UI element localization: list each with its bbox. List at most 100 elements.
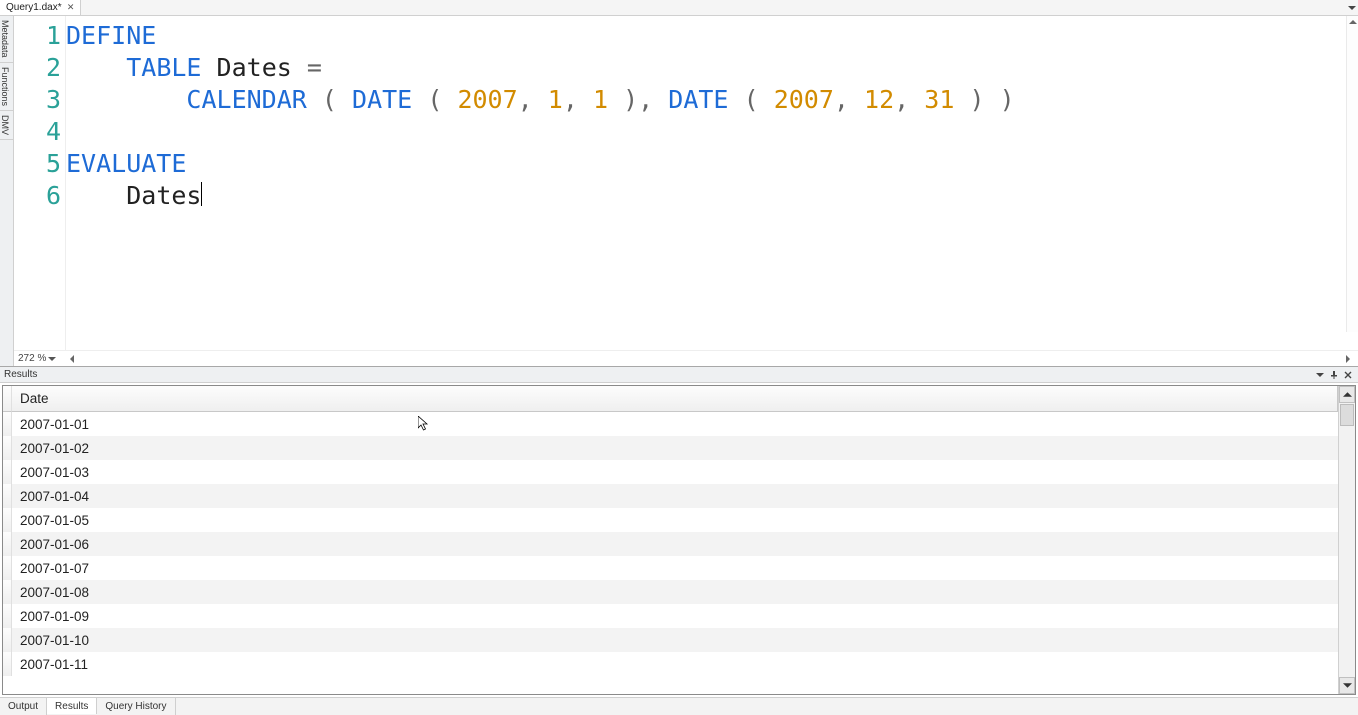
close-panel-icon[interactable] [1342,369,1354,381]
num: 12 [864,85,894,114]
comma: , [894,85,909,114]
zoom-dropdown[interactable] [48,355,56,363]
cell-date: 2007-01-06 [12,537,1338,552]
table-row[interactable]: 2007-01-11 [3,652,1338,676]
row-handle[interactable] [3,604,12,628]
scroll-down-button[interactable] [1339,677,1355,694]
editor-row: Metadata Functions DMV 1 2 3 4 5 6 DEFIN… [0,16,1358,366]
table-row[interactable]: 2007-01-06 [3,532,1338,556]
op-eq: = [307,53,322,82]
cell-date: 2007-01-05 [12,513,1338,528]
fn-date: DATE [352,85,412,114]
table-row[interactable]: 2007-01-07 [3,556,1338,580]
row-handle[interactable] [3,580,12,604]
scroll-right-icon[interactable] [1342,353,1354,365]
tabstrip-dropdown[interactable] [1346,0,1358,15]
table-row[interactable]: 2007-01-03 [3,460,1338,484]
results-panel: Results Date 2007-01-012007-01-022007-01… [0,366,1358,697]
side-tab-metadata[interactable]: Metadata [0,16,13,63]
bottom-tabstrip: Output Results Query History [0,697,1358,715]
table-row[interactable]: 2007-01-10 [3,628,1338,652]
row-handle[interactable] [3,508,12,532]
paren: ( [744,85,759,114]
paren: ) [623,85,638,114]
editor-status-bar: 272 % [14,350,1358,366]
cell-date: 2007-01-04 [12,489,1338,504]
num: 1 [548,85,563,114]
side-tab-dmv[interactable]: DMV [0,111,13,140]
comma: , [518,85,533,114]
table-row[interactable]: 2007-01-01 [3,412,1338,436]
row-handle[interactable] [3,484,12,508]
scroll-left-icon[interactable] [66,353,78,365]
bottom-tab-label: Query History [105,701,166,712]
side-tab-functions[interactable]: Functions [0,63,13,111]
num: 2007 [457,85,517,114]
fn-calendar: CALENDAR [186,85,306,114]
cell-date: 2007-01-02 [12,441,1338,456]
line-gutter: 1 2 3 4 5 6 [14,16,66,350]
fn-date: DATE [668,85,728,114]
row-handle[interactable] [3,460,12,484]
num: 1 [593,85,608,114]
table-row[interactable]: 2007-01-02 [3,436,1338,460]
paren: ) [969,85,984,114]
table-row[interactable]: 2007-01-09 [3,604,1338,628]
cell-date: 2007-01-03 [12,465,1338,480]
cell-date: 2007-01-11 [12,657,1338,672]
document-tabstrip: Query1.dax* ✕ [0,0,1358,16]
code-editor[interactable]: 1 2 3 4 5 6 DEFINE TABLE Dates = CALENDA… [14,16,1358,366]
pin-icon[interactable] [1328,369,1340,381]
table-row[interactable]: 2007-01-05 [3,508,1338,532]
ident-dates: Dates [217,53,292,82]
line-number: 1 [14,20,61,52]
grid-header-row: Date [3,386,1338,412]
row-handle[interactable] [3,652,12,676]
line-number: 3 [14,84,61,116]
panel-header: Results [0,367,1358,383]
num: 2007 [774,85,834,114]
row-handle[interactable] [3,556,12,580]
bottom-tab-label: Results [55,701,88,712]
bottom-tab-history[interactable]: Query History [97,698,175,715]
table-row[interactable]: 2007-01-04 [3,484,1338,508]
close-icon[interactable]: ✕ [66,2,76,13]
results-grid[interactable]: Date 2007-01-012007-01-022007-01-032007-… [2,385,1356,695]
tabstrip-spacer [81,0,1346,15]
scroll-up-icon[interactable] [1347,16,1358,28]
cell-date: 2007-01-07 [12,561,1338,576]
row-handle[interactable] [3,436,12,460]
panel-dropdown[interactable] [1314,369,1326,381]
cell-date: 2007-01-08 [12,585,1338,600]
code-content[interactable]: DEFINE TABLE Dates = CALENDAR ( DATE ( 2… [66,16,1358,350]
editor-hscroll[interactable] [66,353,1354,365]
row-handle[interactable] [3,412,12,436]
bottom-tab-output[interactable]: Output [0,698,47,715]
table-row[interactable]: 2007-01-08 [3,580,1338,604]
line-number: 6 [14,180,61,212]
cell-date: 2007-01-10 [12,633,1338,648]
grid-body[interactable]: 2007-01-01 2007-01-02 2007-01-03 2007-01-04… [3,412,1338,694]
scroll-up-button[interactable] [1339,386,1355,403]
row-handle[interactable] [3,532,12,556]
column-header-date[interactable]: Date [12,386,1337,412]
paren: ) [1000,85,1015,114]
grid-vscroll[interactable] [1338,386,1355,694]
row-handle[interactable] [3,628,12,652]
kw-define: DEFINE [66,21,156,50]
num: 31 [924,85,954,114]
side-tool-tabs: Metadata Functions DMV [0,16,14,366]
ident-dates-eval: Dates [126,181,201,210]
panel-title: Results [4,369,1312,380]
comma: , [563,85,578,114]
scroll-thumb[interactable] [1340,404,1354,426]
document-tab[interactable]: Query1.dax* ✕ [0,0,81,15]
column-label: Date [20,391,49,406]
editor-vscroll[interactable] [1346,16,1358,332]
line-number: 4 [14,116,61,148]
zoom-level[interactable]: 272 % [18,353,46,364]
bottom-tab-results[interactable]: Results [47,697,97,714]
text-cursor [201,182,202,206]
line-number: 5 [14,148,61,180]
paren: ( [322,85,337,114]
